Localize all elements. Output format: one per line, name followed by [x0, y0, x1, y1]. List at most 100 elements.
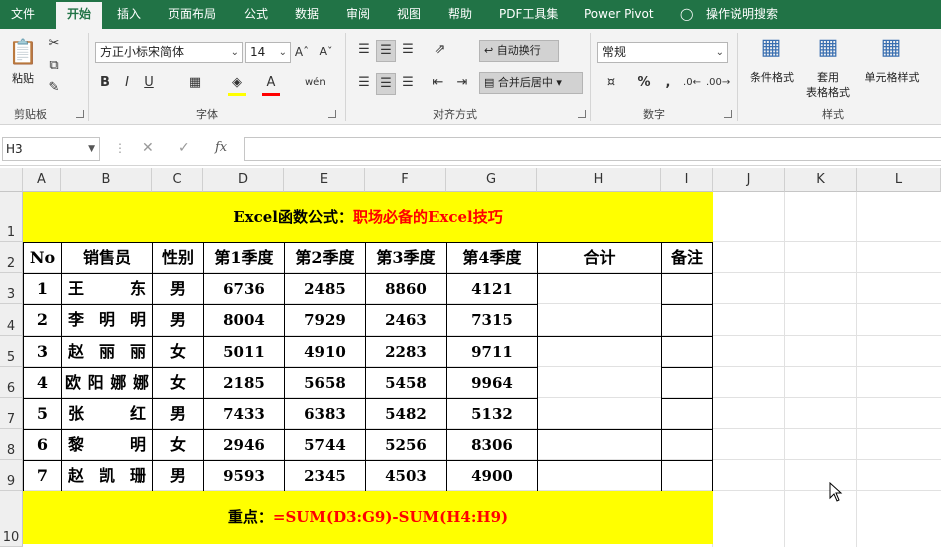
- cell-notes[interactable]: [662, 274, 713, 305]
- formula-input[interactable]: [244, 137, 941, 161]
- decrease-font-icon[interactable]: Aˇ: [318, 42, 334, 62]
- tab-insert[interactable]: 插入: [117, 0, 141, 29]
- conditional-format-button[interactable]: 条件格式: [744, 69, 800, 85]
- cell-q3[interactable]: 2463: [366, 305, 447, 337]
- cell-q2[interactable]: 6383: [285, 399, 366, 430]
- column-header-e[interactable]: E: [284, 168, 365, 192]
- row-header-3[interactable]: 3: [0, 273, 23, 304]
- currency-icon[interactable]: ¤: [600, 73, 622, 93]
- underline-icon[interactable]: U: [141, 73, 157, 93]
- header-cell-total[interactable]: 合计: [538, 243, 662, 274]
- cell-gender[interactable]: 男: [153, 305, 204, 337]
- cell-q4[interactable]: 4900: [447, 461, 538, 492]
- decrease-indent-icon[interactable]: ⇤: [428, 73, 448, 93]
- header-cell-no[interactable]: No: [24, 243, 62, 274]
- select-all-corner[interactable]: [0, 168, 23, 192]
- cell-notes[interactable]: [662, 368, 713, 399]
- cell-q3[interactable]: 5458: [366, 368, 447, 399]
- align-left-icon[interactable]: ☰: [354, 73, 374, 93]
- cell-q3[interactable]: 8860: [366, 274, 447, 305]
- cell-name[interactable]: 黎明: [62, 430, 153, 461]
- formula-note[interactable]: 重点：=SUM(D3:G9)-SUM(H4:H9): [23, 491, 713, 544]
- cell-q2[interactable]: 5658: [285, 368, 366, 399]
- tab-tell-me[interactable]: 操作说明搜索: [706, 0, 778, 29]
- italic-icon[interactable]: I: [119, 73, 135, 93]
- cell-gender[interactable]: 男: [153, 461, 204, 492]
- sheet-title[interactable]: Excel函数公式：职场必备的Excel技巧: [23, 192, 713, 242]
- tab-formulas[interactable]: 公式: [244, 0, 268, 29]
- column-header-l[interactable]: L: [857, 168, 941, 192]
- cell-gender[interactable]: 男: [153, 399, 204, 430]
- cell-gender[interactable]: 男: [153, 274, 204, 305]
- column-header-h[interactable]: H: [537, 168, 661, 192]
- row-header-7[interactable]: 7: [0, 398, 23, 429]
- paste-icon[interactable]: 📋: [8, 35, 38, 69]
- copy-icon[interactable]: ⧉: [44, 56, 64, 76]
- table-format-icon[interactable]: ▦: [814, 34, 842, 62]
- clipboard-launcher-icon[interactable]: [76, 110, 84, 118]
- cell-q1[interactable]: 2185: [204, 368, 285, 399]
- total-cell[interactable]: [538, 461, 662, 492]
- increase-indent-icon[interactable]: ⇥: [452, 73, 472, 93]
- fill-color-icon[interactable]: ◈: [228, 73, 246, 96]
- cell-q1[interactable]: 8004: [204, 305, 285, 337]
- tab-home[interactable]: 开始: [56, 2, 103, 29]
- wrap-text-button[interactable]: ↩ 自动换行: [479, 40, 559, 62]
- merge-center-button[interactable]: ▤ 合并后居中 ▾: [479, 72, 583, 94]
- row-header-8[interactable]: 8: [0, 429, 23, 460]
- column-header-a[interactable]: A: [23, 168, 61, 192]
- cell-q2[interactable]: 7929: [285, 305, 366, 337]
- alignment-launcher-icon[interactable]: [578, 110, 586, 118]
- cell-q3[interactable]: 5256: [366, 430, 447, 461]
- column-header-i[interactable]: I: [661, 168, 713, 192]
- cell-q2[interactable]: 2485: [285, 274, 366, 305]
- paste-button[interactable]: 粘贴: [6, 70, 40, 86]
- tab-file[interactable]: 文件: [11, 0, 35, 29]
- cell-notes[interactable]: [662, 430, 713, 461]
- header-cell-q3[interactable]: 第3季度: [366, 243, 447, 274]
- tab-help[interactable]: 帮助: [448, 0, 472, 29]
- cell-name[interactable]: 王东: [62, 274, 153, 305]
- row-header-6[interactable]: 6: [0, 367, 23, 398]
- cell-no[interactable]: 5: [24, 399, 62, 430]
- cell-q1[interactable]: 7433: [204, 399, 285, 430]
- phonetic-icon[interactable]: wén: [305, 73, 326, 93]
- cell-q4[interactable]: 5132: [447, 399, 538, 430]
- row-header-5[interactable]: 5: [0, 336, 23, 367]
- cell-no[interactable]: 6: [24, 430, 62, 461]
- decrease-decimal-icon[interactable]: .00→: [706, 73, 730, 93]
- number-format-select[interactable]: 常规 ⌄: [597, 42, 728, 63]
- align-center-icon[interactable]: ☰: [376, 73, 396, 95]
- bold-icon[interactable]: B: [97, 73, 113, 93]
- row-header-10[interactable]: 10: [0, 491, 23, 547]
- cell-name[interactable]: 张红: [62, 399, 153, 430]
- cell-name[interactable]: 欧阳娜娜: [62, 368, 153, 399]
- cell-q1[interactable]: 2946: [204, 430, 285, 461]
- cell-name[interactable]: 赵凯珊: [62, 461, 153, 492]
- cell-q2[interactable]: 2345: [285, 461, 366, 492]
- cut-icon[interactable]: ✂: [44, 34, 64, 54]
- font-launcher-icon[interactable]: [328, 110, 336, 118]
- header-cell-q2[interactable]: 第2季度: [285, 243, 366, 274]
- column-header-c[interactable]: C: [152, 168, 203, 192]
- cell-no[interactable]: 2: [24, 305, 62, 337]
- cell-gender[interactable]: 女: [153, 337, 204, 368]
- header-cell-salesperson[interactable]: 销售员: [62, 243, 153, 274]
- cell-q4[interactable]: 9711: [447, 337, 538, 368]
- cell-q1[interactable]: 9593: [204, 461, 285, 492]
- column-header-k[interactable]: K: [785, 168, 857, 192]
- cell-gender[interactable]: 女: [153, 430, 204, 461]
- cell-no[interactable]: 3: [24, 337, 62, 368]
- increase-decimal-icon[interactable]: .0←: [682, 73, 702, 93]
- font-size-select[interactable]: 14 ⌄: [245, 42, 291, 63]
- align-right-icon[interactable]: ☰: [398, 73, 418, 93]
- number-launcher-icon[interactable]: [724, 110, 732, 118]
- row-header-1[interactable]: 1: [0, 192, 23, 242]
- cell-q1[interactable]: 6736: [204, 274, 285, 305]
- cell-q1[interactable]: 5011: [204, 337, 285, 368]
- enter-icon[interactable]: ✓: [178, 140, 190, 156]
- align-top-icon[interactable]: ☰: [354, 40, 374, 60]
- cell-no[interactable]: 7: [24, 461, 62, 492]
- conditional-format-icon[interactable]: ▦: [757, 34, 785, 62]
- row-header-2[interactable]: 2: [0, 242, 23, 273]
